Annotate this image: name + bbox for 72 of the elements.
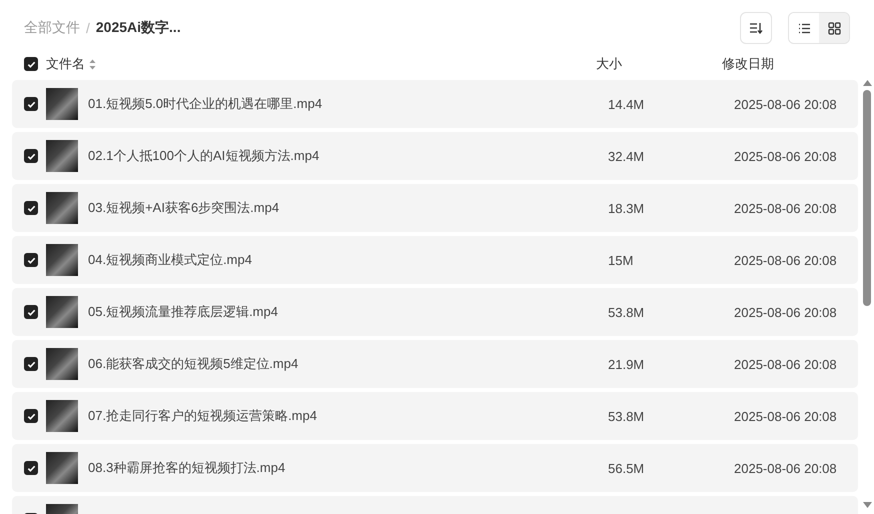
video-thumbnail <box>46 244 78 276</box>
modified-date: 2025-08-06 20:08 <box>734 96 838 112</box>
file-name: 08.3种霸屏抢客的短视频打法.mp4 <box>88 459 286 477</box>
checkbox[interactable] <box>24 253 38 267</box>
file-name: 06.能获客成交的短视频5维定位.mp4 <box>88 355 300 373</box>
file-name: 05.短视频流量推荐底层逻辑.mp4 <box>88 303 279 321</box>
grid-icon <box>828 22 840 34</box>
file-name: 03.短视频+AI获客6步突围法.mp4 <box>88 199 280 217</box>
file-size: 56.5M <box>608 460 646 476</box>
video-thumbnail <box>46 400 78 432</box>
video-thumbnail <box>46 348 78 380</box>
file-name: 04.短视频商业模式定位.mp4 <box>88 251 253 269</box>
file-row[interactable]: 04.短视频商业模式定位.mp4 15M 2025-08-06 20:08 <box>12 236 858 284</box>
file-size: 53.8M <box>608 408 646 424</box>
modified-date: 2025-08-06 20:08 <box>734 304 838 320</box>
video-thumbnail <box>46 296 78 328</box>
video-thumbnail <box>46 140 78 172</box>
check-icon <box>26 152 36 160</box>
modified-date: 2025-08-06 20:08 <box>734 460 838 476</box>
list-icon <box>798 22 810 34</box>
checkbox[interactable] <box>24 97 38 111</box>
check-icon <box>26 412 36 420</box>
file-row[interactable]: 05.短视频流量推荐底层逻辑.mp4 53.8M 2025-08-06 20:08 <box>12 288 858 336</box>
check-icon <box>26 308 36 316</box>
scrollbar-thumb[interactable] <box>863 90 871 306</box>
file-size: 21.9M <box>608 356 646 372</box>
check-icon <box>26 256 36 264</box>
check-icon <box>26 60 36 68</box>
checkbox[interactable] <box>24 149 38 163</box>
column-header: 修改日期 <box>722 55 775 73</box>
video-thumbnail <box>46 88 78 120</box>
check-icon <box>26 360 36 368</box>
file-row[interactable]: 02.1个人抵100个人的AI短视频方法.mp4 32.4M 2025-08-06 20:08 <box>12 132 858 180</box>
breadcrumb-separator: / <box>86 20 90 36</box>
file-size: 32.4M <box>608 148 646 164</box>
sort-button[interactable] <box>740 12 772 44</box>
modified-date: 2025-08-06 20:08 <box>734 252 838 268</box>
check-icon <box>26 464 36 472</box>
breadcrumb-item: 2025Ai数字... <box>96 19 181 37</box>
sort-lines-icon <box>749 22 763 34</box>
file-name: 07.抢走同行客户的短视频运营策略.mp4 <box>88 407 318 425</box>
checkbox[interactable] <box>24 57 38 71</box>
file-size: 15M <box>608 252 634 268</box>
video-thumbnail <box>46 192 78 224</box>
column-header[interactable]: 文件名 <box>46 55 85 73</box>
file-row[interactable]: 01.短视频5.0时代企业的机遇在哪里.mp4 14.4M 2025-08-06 20:08 <box>12 80 858 128</box>
scroll-up-icon[interactable] <box>862 80 872 86</box>
check-icon <box>26 100 36 108</box>
modified-date: 2025-08-06 20:08 <box>734 148 838 164</box>
file-size: 53.8M <box>608 304 646 320</box>
file-name: 02.1个人抵100个人的AI短视频方法.mp4 <box>88 147 320 165</box>
file-row[interactable]: 07.抢走同行客户的短视频运营策略.mp4 53.8M 2025-08-06 20:08 <box>12 392 858 440</box>
file-row[interactable]: 06.能获客成交的短视频5维定位.mp4 21.9M 2025-08-06 20:08 <box>12 340 858 388</box>
sort-icon[interactable] <box>89 58 96 70</box>
video-thumbnail <box>46 452 78 484</box>
checkbox[interactable] <box>24 409 38 423</box>
grid-view-button[interactable] <box>819 13 849 43</box>
file-size: 18.3M <box>608 200 646 216</box>
file-name: 01.短视频5.0时代企业的机遇在哪里.mp4 <box>88 95 324 113</box>
check-icon <box>26 204 36 212</box>
modified-date: 2025-08-06 20:08 <box>734 356 838 372</box>
file-row[interactable]: 03.短视频+AI获客6步突围法.mp4 18.3M 2025-08-06 20:08 <box>12 184 858 232</box>
column-header: 大小 <box>596 55 623 73</box>
scroll-down-icon[interactable] <box>862 502 872 508</box>
checkbox[interactable] <box>24 357 38 371</box>
checkbox[interactable] <box>24 305 38 319</box>
modified-date: 2025-08-06 20:08 <box>734 408 838 424</box>
checkbox[interactable] <box>24 201 38 215</box>
modified-date: 2025-08-06 20:08 <box>734 200 838 216</box>
file-size: 14.4M <box>608 96 646 112</box>
checkbox[interactable] <box>24 461 38 475</box>
file-row[interactable]: 08.3种霸屏抢客的短视频打法.mp4 56.5M 2025-08-06 20:08 <box>12 444 858 492</box>
